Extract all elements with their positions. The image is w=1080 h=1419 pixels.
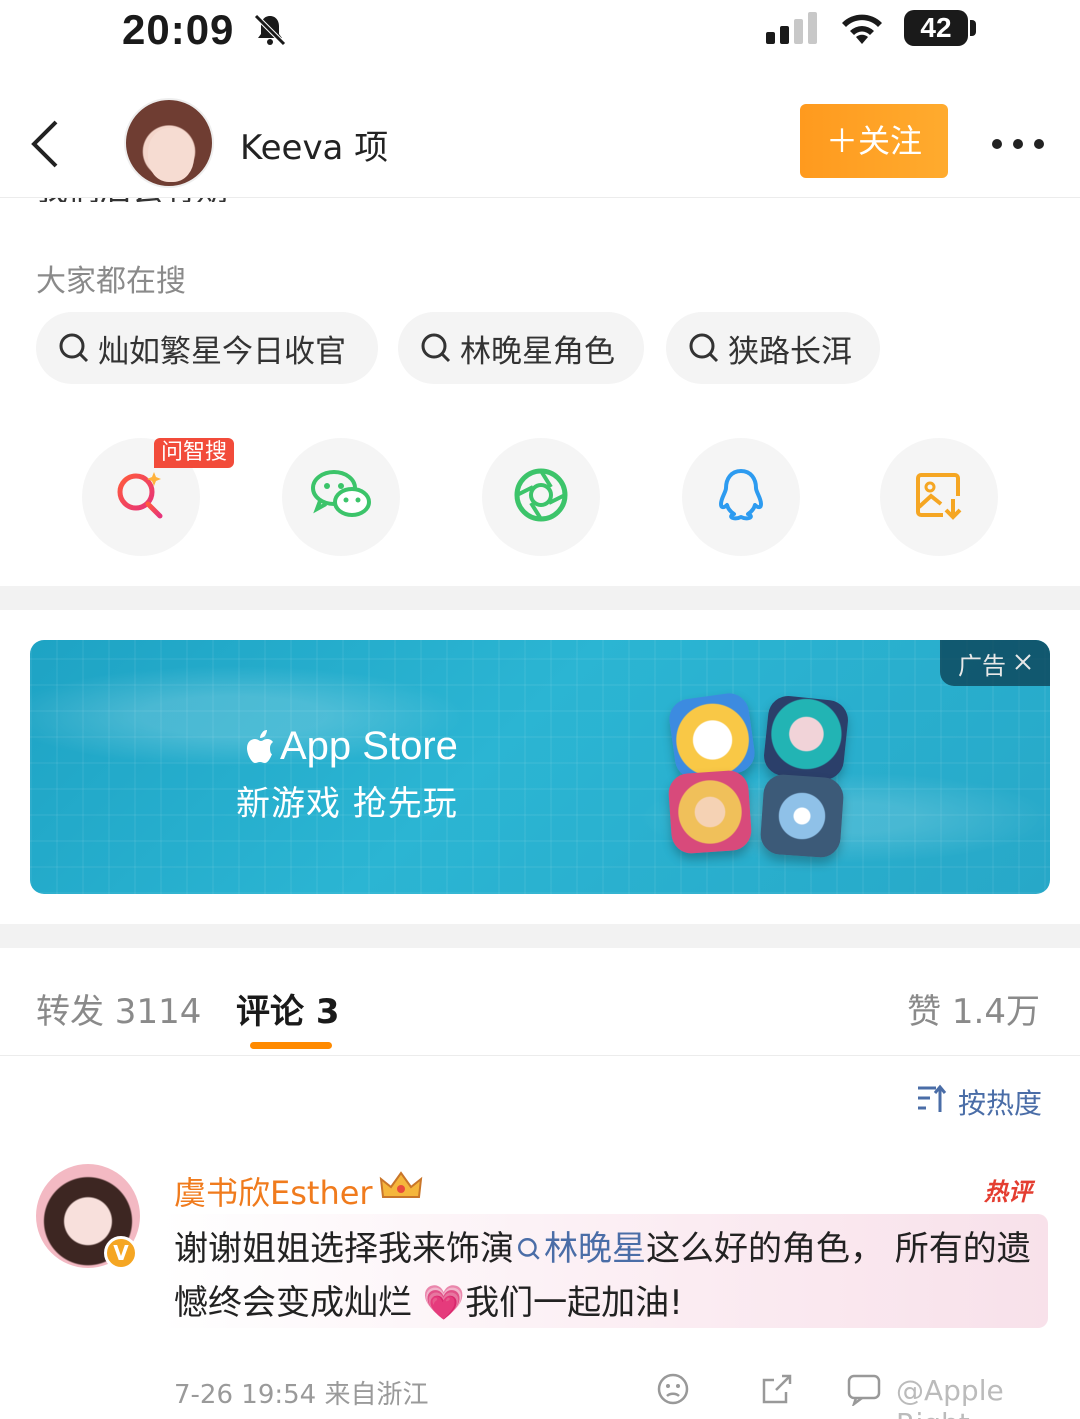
- moments-shutter-icon: [513, 467, 569, 527]
- section-divider: [0, 924, 1080, 948]
- comment-time-location: 7-26 19:54 来自浙江: [174, 1380, 429, 1410]
- apple-logo-icon: [246, 729, 276, 764]
- more-options-icon[interactable]: [990, 136, 1046, 155]
- tab-repost[interactable]: 转发 3114: [36, 984, 201, 1033]
- hot-search-chip[interactable]: 林晚星角色: [398, 312, 644, 384]
- status-bar: 20:09 42: [0, 0, 1080, 62]
- game-icon-portal: [759, 773, 845, 859]
- ad-subtitle: 新游戏 抢先玩: [236, 784, 458, 824]
- search-icon: [58, 332, 90, 364]
- comment-icon[interactable]: [846, 1372, 882, 1410]
- heart-emoji: 💗: [422, 1283, 466, 1323]
- post-header: Keeva 项 ＋关注: [0, 90, 1080, 198]
- author-avatar[interactable]: [124, 98, 214, 188]
- topic-link[interactable]: 林晚星: [514, 1229, 646, 1269]
- bell-muted-icon: [252, 12, 288, 52]
- ad-tag[interactable]: 广告: [940, 640, 1050, 686]
- share-save-image[interactable]: [880, 438, 998, 556]
- ask-search-badge: 问智搜: [154, 438, 234, 468]
- commenter-name[interactable]: 虞书欣Esther: [174, 1168, 423, 1214]
- crown-badge-icon: [379, 1171, 423, 1211]
- qq-penguin-icon: [716, 467, 766, 527]
- share-icon[interactable]: [760, 1372, 794, 1410]
- share-wechat[interactable]: [282, 438, 400, 556]
- search-icon: [688, 332, 720, 364]
- status-time: 20:09: [122, 6, 235, 53]
- section-divider: [0, 586, 1080, 610]
- share-qq[interactable]: [682, 438, 800, 556]
- back-arrow-icon[interactable]: [28, 118, 62, 174]
- verified-badge-icon: V: [104, 1236, 138, 1270]
- wifi-icon: [838, 12, 886, 50]
- hot-search-title: 大家都在搜: [36, 264, 186, 299]
- game-icon-penguin: [666, 690, 758, 782]
- share-moments[interactable]: [482, 438, 600, 556]
- hot-search-label: 狭路长洱: [728, 333, 852, 370]
- hot-search-chip[interactable]: 狭路长洱: [666, 312, 880, 384]
- wechat-icon: [310, 468, 372, 526]
- close-icon[interactable]: [1014, 649, 1032, 677]
- sort-icon: [916, 1084, 948, 1121]
- author-name[interactable]: Keeva 项: [240, 120, 388, 169]
- hot-comment-badge: 热评: [984, 1178, 1032, 1206]
- watermark: @Apple Right: [896, 1374, 1004, 1419]
- ai-search-icon: [114, 468, 168, 526]
- hot-search-label: 灿如繁星今日收官: [98, 333, 346, 370]
- follow-button[interactable]: ＋关注: [800, 104, 948, 178]
- ad-banner[interactable]: App Store 新游戏 抢先玩 广告: [30, 640, 1050, 894]
- tab-active-indicator: [250, 1042, 332, 1049]
- hot-search-label: 林晚星角色: [460, 333, 615, 370]
- tab-comment[interactable]: 评论 3: [236, 984, 340, 1033]
- tab-like[interactable]: 赞 1.4万: [907, 984, 1040, 1033]
- signal-icon: [766, 12, 822, 50]
- ad-brand: App Store: [246, 724, 458, 769]
- save-image-icon: [913, 469, 965, 525]
- hot-search-chip[interactable]: 灿如繁星今日收官: [36, 312, 378, 384]
- comment-text: 谢谢姐姐选择我来饰演 林晚星这么好的角色， 所有的遗憾终会变成灿烂 💗我们一起加油…: [174, 1229, 1031, 1323]
- battery-indicator: 42: [904, 10, 968, 46]
- game-icon-anime: [762, 694, 850, 782]
- sort-by-hot-button[interactable]: 按热度: [916, 1082, 1042, 1122]
- game-icon-girl: [667, 769, 753, 855]
- search-icon: [420, 332, 452, 364]
- battery-nub: [970, 20, 976, 36]
- emoji-reaction-icon[interactable]: [656, 1372, 690, 1410]
- post-tabs: 转发 3114 评论 3 赞 1.4万: [0, 950, 1080, 1056]
